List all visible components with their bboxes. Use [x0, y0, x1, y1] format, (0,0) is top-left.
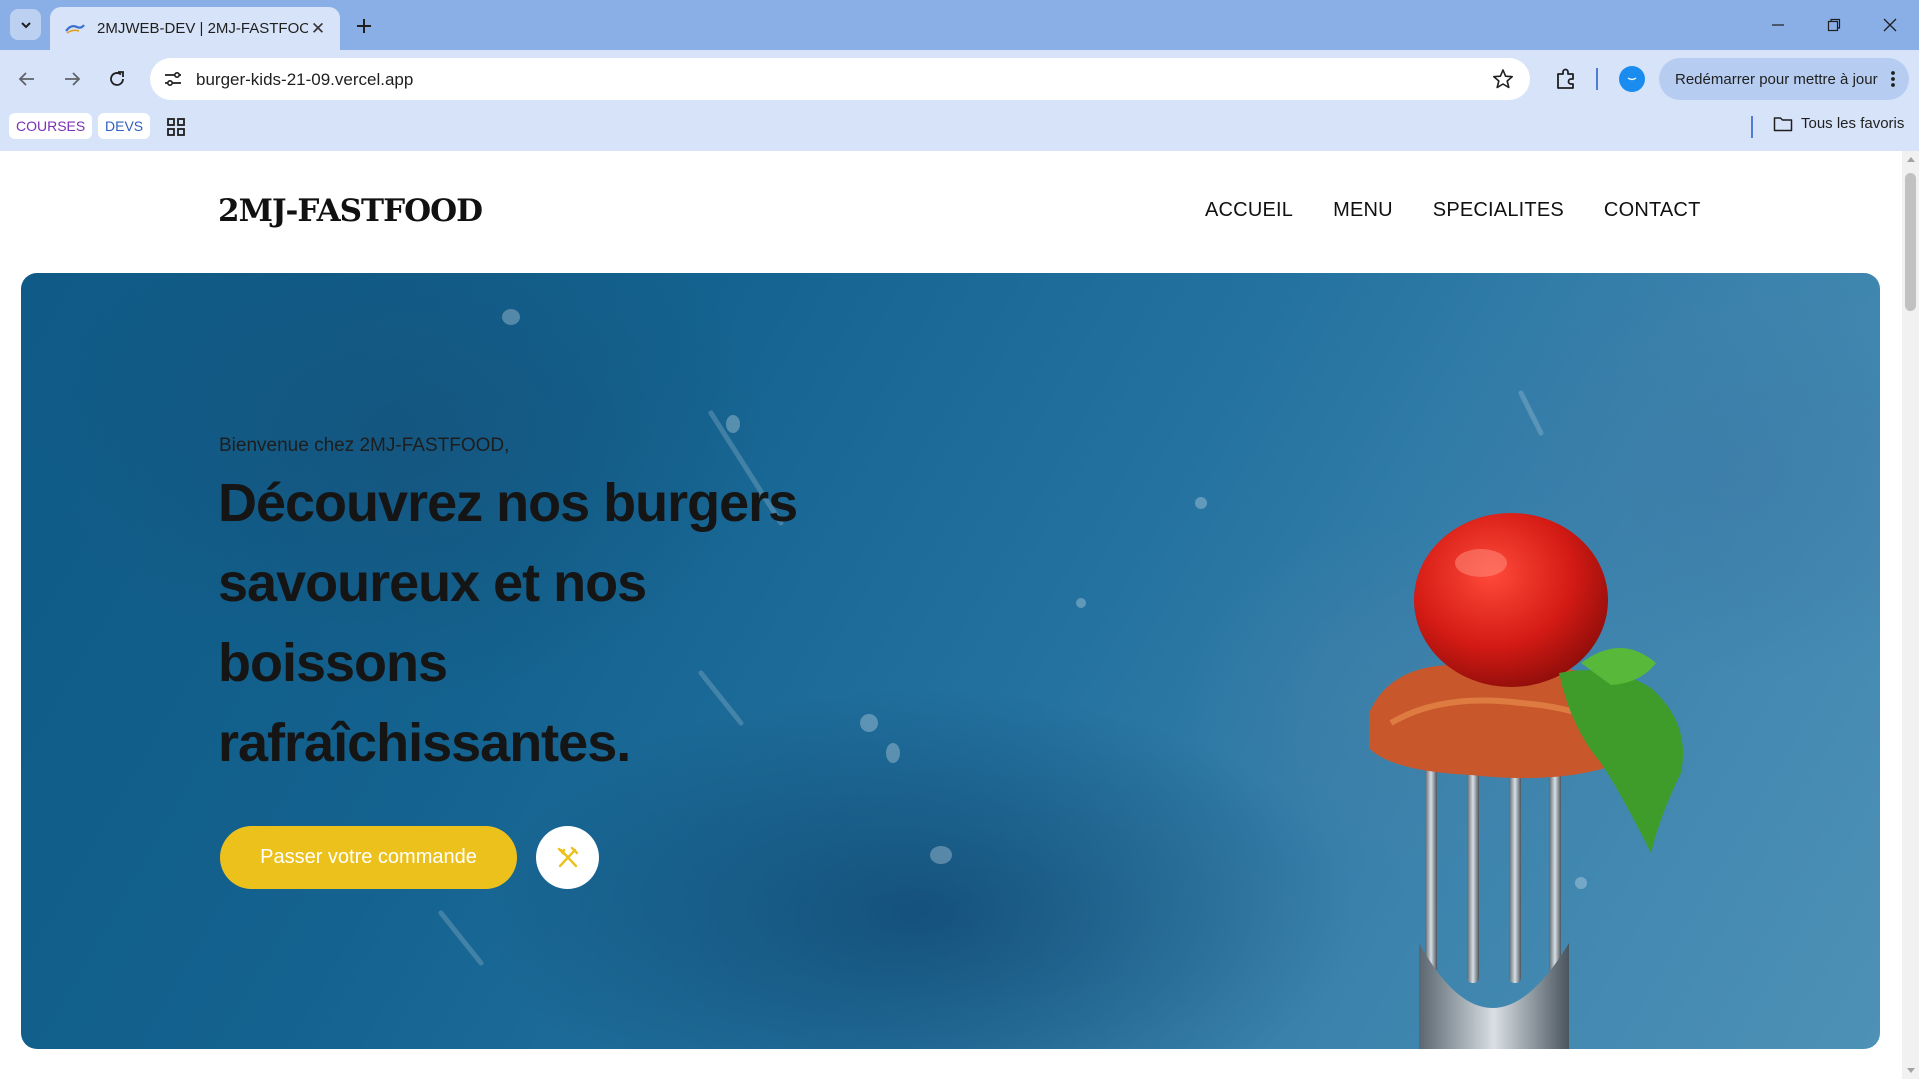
profile-icon[interactable] [1619, 66, 1645, 92]
hero-title: Découvrez nos burgers savoureux et nos b… [218, 473, 798, 773]
site-logo[interactable]: 2MJ-FASTFOOD [218, 193, 483, 229]
fork-with-tomato-illustration [1369, 513, 1683, 1049]
bookmark-devs[interactable]: DEVS [98, 113, 151, 139]
browser-toolbar: burger-kids-21-09.vercel.app Redémarrer … [0, 50, 1919, 109]
plus-icon[interactable] [350, 12, 378, 40]
site-header: 2MJ-FASTFOOD ACCUEIL MENU SPECIALITES CO… [0, 151, 1902, 272]
site-nav: ACCUEIL MENU SPECIALITES CONTACT [1205, 199, 1701, 222]
bookmark-courses[interactable]: COURSES [9, 113, 93, 139]
utensils-icon[interactable] [536, 826, 599, 889]
star-icon[interactable] [1492, 68, 1514, 90]
bookmarks-bar: COURSES DEVS Tous les favoris [0, 109, 1919, 151]
close-window-icon[interactable] [1862, 0, 1918, 50]
nav-menu[interactable]: MENU [1333, 199, 1393, 222]
hero-section: Bienvenue chez 2MJ-FASTFOOD, Découvrez n… [21, 273, 1880, 1049]
url-text[interactable]: burger-kids-21-09.vercel.app [196, 70, 413, 90]
nav-specialites[interactable]: SPECIALITES [1433, 199, 1564, 222]
tab-search-icon[interactable] [10, 9, 41, 40]
nav-contact[interactable]: CONTACT [1604, 199, 1701, 222]
order-button[interactable]: Passer votre commande [220, 826, 517, 889]
nav-accueil[interactable]: ACCUEIL [1205, 199, 1293, 222]
minimize-icon[interactable] [1750, 0, 1806, 50]
all-bookmarks[interactable]: Tous les favoris [1773, 115, 1904, 132]
page-scrollbar[interactable] [1902, 151, 1919, 1079]
hero-welcome-text: Bienvenue chez 2MJ-FASTFOOD, [219, 435, 510, 456]
all-bookmarks-label: Tous les favoris [1801, 115, 1905, 132]
back-icon[interactable] [12, 64, 42, 94]
scroll-up-arrow-icon[interactable] [1907, 157, 1915, 162]
scroll-thumb[interactable] [1905, 173, 1916, 311]
close-icon[interactable]: ✕ [308, 19, 328, 39]
update-button-label: Redémarrer pour mettre à jour [1675, 70, 1878, 88]
tab-title: 2MJWEB-DEV | 2MJ-FASTFOOD [97, 20, 308, 37]
site-favicon-icon [65, 23, 85, 34]
bookmarks-divider [1751, 116, 1753, 138]
more-icon[interactable] [1889, 69, 1897, 89]
browser-tab[interactable]: 2MJWEB-DEV | 2MJ-FASTFOOD ✕ [50, 7, 340, 50]
scroll-down-arrow-icon[interactable] [1907, 1068, 1915, 1073]
restore-icon[interactable] [1806, 0, 1862, 50]
update-button[interactable]: Redémarrer pour mettre à jour [1659, 58, 1909, 100]
site-settings-icon[interactable] [162, 68, 184, 90]
folder-icon [1773, 116, 1793, 131]
forward-icon[interactable] [57, 64, 87, 94]
tab-bar: 2MJWEB-DEV | 2MJ-FASTFOOD ✕ [0, 0, 1919, 50]
apps-icon[interactable] [166, 117, 186, 137]
page-viewport: 2MJ-FASTFOOD ACCUEIL MENU SPECIALITES CO… [0, 151, 1902, 1079]
toolbar-divider [1596, 68, 1598, 90]
address-bar[interactable]: burger-kids-21-09.vercel.app [150, 58, 1530, 100]
reload-icon[interactable] [102, 64, 132, 94]
extensions-icon[interactable] [1552, 65, 1580, 93]
